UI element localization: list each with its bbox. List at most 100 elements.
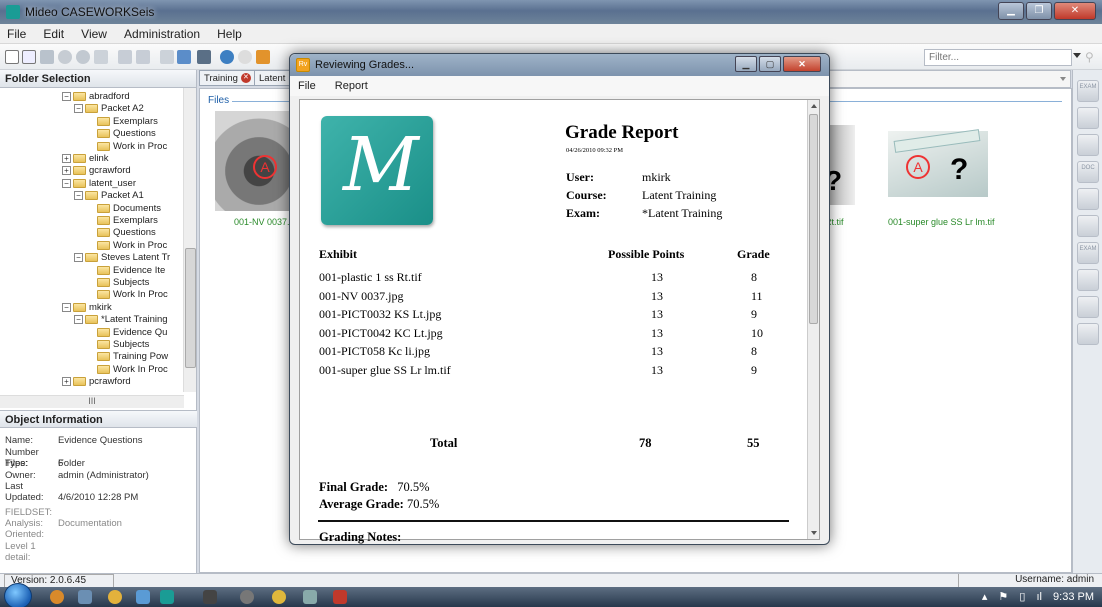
side-tool-icon[interactable] xyxy=(1077,107,1099,129)
dialog-close-button[interactable]: ✕ xyxy=(783,56,821,72)
scroll-up-icon[interactable] xyxy=(811,104,817,108)
search-task-icon[interactable] xyxy=(240,590,254,604)
tree-item[interactable]: Work In Proc xyxy=(86,364,168,376)
battery-icon[interactable]: ▯ xyxy=(1019,591,1025,603)
report-scroll-thumb[interactable] xyxy=(809,114,818,324)
scroll-down-icon[interactable] xyxy=(811,531,817,535)
properties-icon[interactable] xyxy=(136,50,150,64)
new-icon[interactable] xyxy=(5,50,19,64)
dialog-titlebar[interactable]: Rv Reviewing Grades... ▁ ▢ ✕ xyxy=(290,54,829,76)
tree-item[interactable]: Work in Proc xyxy=(86,141,167,153)
tree-item[interactable]: − latent_user xyxy=(62,178,136,190)
tree-item[interactable]: − Packet A2 xyxy=(74,103,144,115)
tree-item[interactable]: Work In Proc xyxy=(86,289,168,301)
report-scrollbar[interactable] xyxy=(807,100,819,539)
tree-hscrollbar[interactable]: III xyxy=(0,395,184,408)
menu-file[interactable]: File xyxy=(0,24,33,44)
maximize-button[interactable]: ❐ xyxy=(1026,2,1052,20)
tree-item[interactable]: − Steves Latent Tr xyxy=(74,252,170,264)
dialog-menu-report[interactable]: Report xyxy=(327,76,376,92)
signal-icon[interactable]: ıl xyxy=(1036,591,1042,603)
tree-item[interactable]: Questions xyxy=(86,227,156,239)
side-tool-icon[interactable]: DOC xyxy=(1077,161,1099,183)
view-dropdown[interactable] xyxy=(825,70,1071,88)
tree-item[interactable]: − mkirk xyxy=(62,302,112,314)
menu-view[interactable]: View xyxy=(74,24,114,44)
dialog-menu-file[interactable]: File xyxy=(290,76,324,92)
collapse-icon[interactable]: − xyxy=(74,315,83,325)
clock[interactable]: 9:33 PM xyxy=(1053,591,1094,603)
collapse-icon[interactable]: − xyxy=(62,302,71,312)
dialog-maximize-button[interactable]: ▢ xyxy=(759,56,781,72)
mideo-app-icon[interactable] xyxy=(160,590,174,604)
tree-item[interactable]: + pcrawford xyxy=(62,376,131,388)
tree-item[interactable]: Documents xyxy=(86,203,161,215)
dialog-minimize-button[interactable]: ▁ xyxy=(735,56,757,72)
tree-scrollbar[interactable] xyxy=(183,88,196,392)
chrome-icon[interactable] xyxy=(272,590,286,604)
tree-item[interactable]: Work in Proc xyxy=(86,240,167,252)
print-icon[interactable] xyxy=(160,50,174,64)
collapse-icon[interactable]: − xyxy=(74,253,83,263)
tree-item[interactable]: + elink xyxy=(62,153,109,165)
browser-icon[interactable] xyxy=(50,590,64,604)
menu-administration[interactable]: Administration xyxy=(117,24,207,44)
side-tool-icon[interactable] xyxy=(1077,134,1099,156)
side-tool-icon[interactable] xyxy=(1077,215,1099,237)
tree-item[interactable]: − Packet A1 xyxy=(74,190,144,202)
tools-icon[interactable] xyxy=(94,50,108,64)
side-tool-icon[interactable]: EXAM xyxy=(1077,242,1099,264)
settings-icon[interactable] xyxy=(238,50,252,64)
side-tool-icon[interactable] xyxy=(1077,269,1099,291)
search-icon[interactable] xyxy=(58,50,72,64)
minimize-button[interactable]: ▁ xyxy=(998,2,1024,20)
dropdown-arrow-icon[interactable] xyxy=(1060,77,1066,81)
filter-search-icon[interactable]: ⚲ xyxy=(1085,50,1097,64)
collapse-icon[interactable]: − xyxy=(74,104,83,114)
side-tool-icon[interactable] xyxy=(1077,188,1099,210)
tool-icon[interactable] xyxy=(303,590,317,604)
start-button[interactable] xyxy=(4,583,32,607)
close-tab-icon[interactable]: ✕ xyxy=(240,73,251,84)
help-icon[interactable] xyxy=(220,50,234,64)
network-icon[interactable] xyxy=(136,590,150,604)
open-icon[interactable] xyxy=(40,50,54,64)
tree-item[interactable]: Evidence Qu xyxy=(86,327,167,339)
expand-icon[interactable]: + xyxy=(62,153,71,163)
tree-item[interactable]: Exemplars xyxy=(86,116,158,128)
collapse-icon[interactable]: − xyxy=(74,191,83,201)
tree-item[interactable]: − abradford xyxy=(62,91,130,103)
tray-expand-icon[interactable]: ▴ xyxy=(982,591,988,603)
new-folder-icon[interactable] xyxy=(22,50,36,64)
filter-input[interactable] xyxy=(924,49,1072,66)
tree-item[interactable]: + gcrawford xyxy=(62,165,131,177)
thumbnail-nv0037[interactable]: A xyxy=(215,111,295,211)
import-icon[interactable] xyxy=(177,50,191,64)
tree-item[interactable]: Questions xyxy=(86,128,156,140)
filter-dropdown-icon[interactable] xyxy=(1073,53,1081,58)
tree-item[interactable]: Training Pow xyxy=(86,351,168,363)
view-mode-icon[interactable] xyxy=(197,50,211,64)
side-tool-icon[interactable] xyxy=(1077,296,1099,318)
tree-item[interactable]: Subjects xyxy=(86,277,149,289)
media-icon[interactable] xyxy=(108,590,122,604)
acrobat-icon[interactable] xyxy=(333,590,347,604)
lock-icon[interactable] xyxy=(256,50,270,64)
tree-item[interactable]: Evidence Ite xyxy=(86,265,165,277)
edit-icon[interactable] xyxy=(118,50,132,64)
side-tool-icon[interactable] xyxy=(1077,323,1099,345)
close-button[interactable]: ✕ xyxy=(1054,2,1096,20)
camera-icon[interactable] xyxy=(203,590,217,604)
expand-icon[interactable]: + xyxy=(62,166,71,176)
tab-latent[interactable]: Latent T xyxy=(254,70,290,86)
menu-help[interactable]: Help xyxy=(210,24,249,44)
explorer-icon[interactable] xyxy=(78,590,92,604)
tree-scroll-thumb[interactable] xyxy=(185,248,196,368)
collapse-icon[interactable]: − xyxy=(62,178,71,188)
tab-training[interactable]: Training ✕ xyxy=(199,70,256,86)
tree-item[interactable]: Subjects xyxy=(86,339,149,351)
side-tool-icon[interactable]: EXAM xyxy=(1077,80,1099,102)
expand-icon[interactable]: + xyxy=(62,377,71,387)
thumbnail-super-glue[interactable]: A ? xyxy=(888,129,988,197)
flag-icon[interactable]: ⚑ xyxy=(998,591,1008,603)
